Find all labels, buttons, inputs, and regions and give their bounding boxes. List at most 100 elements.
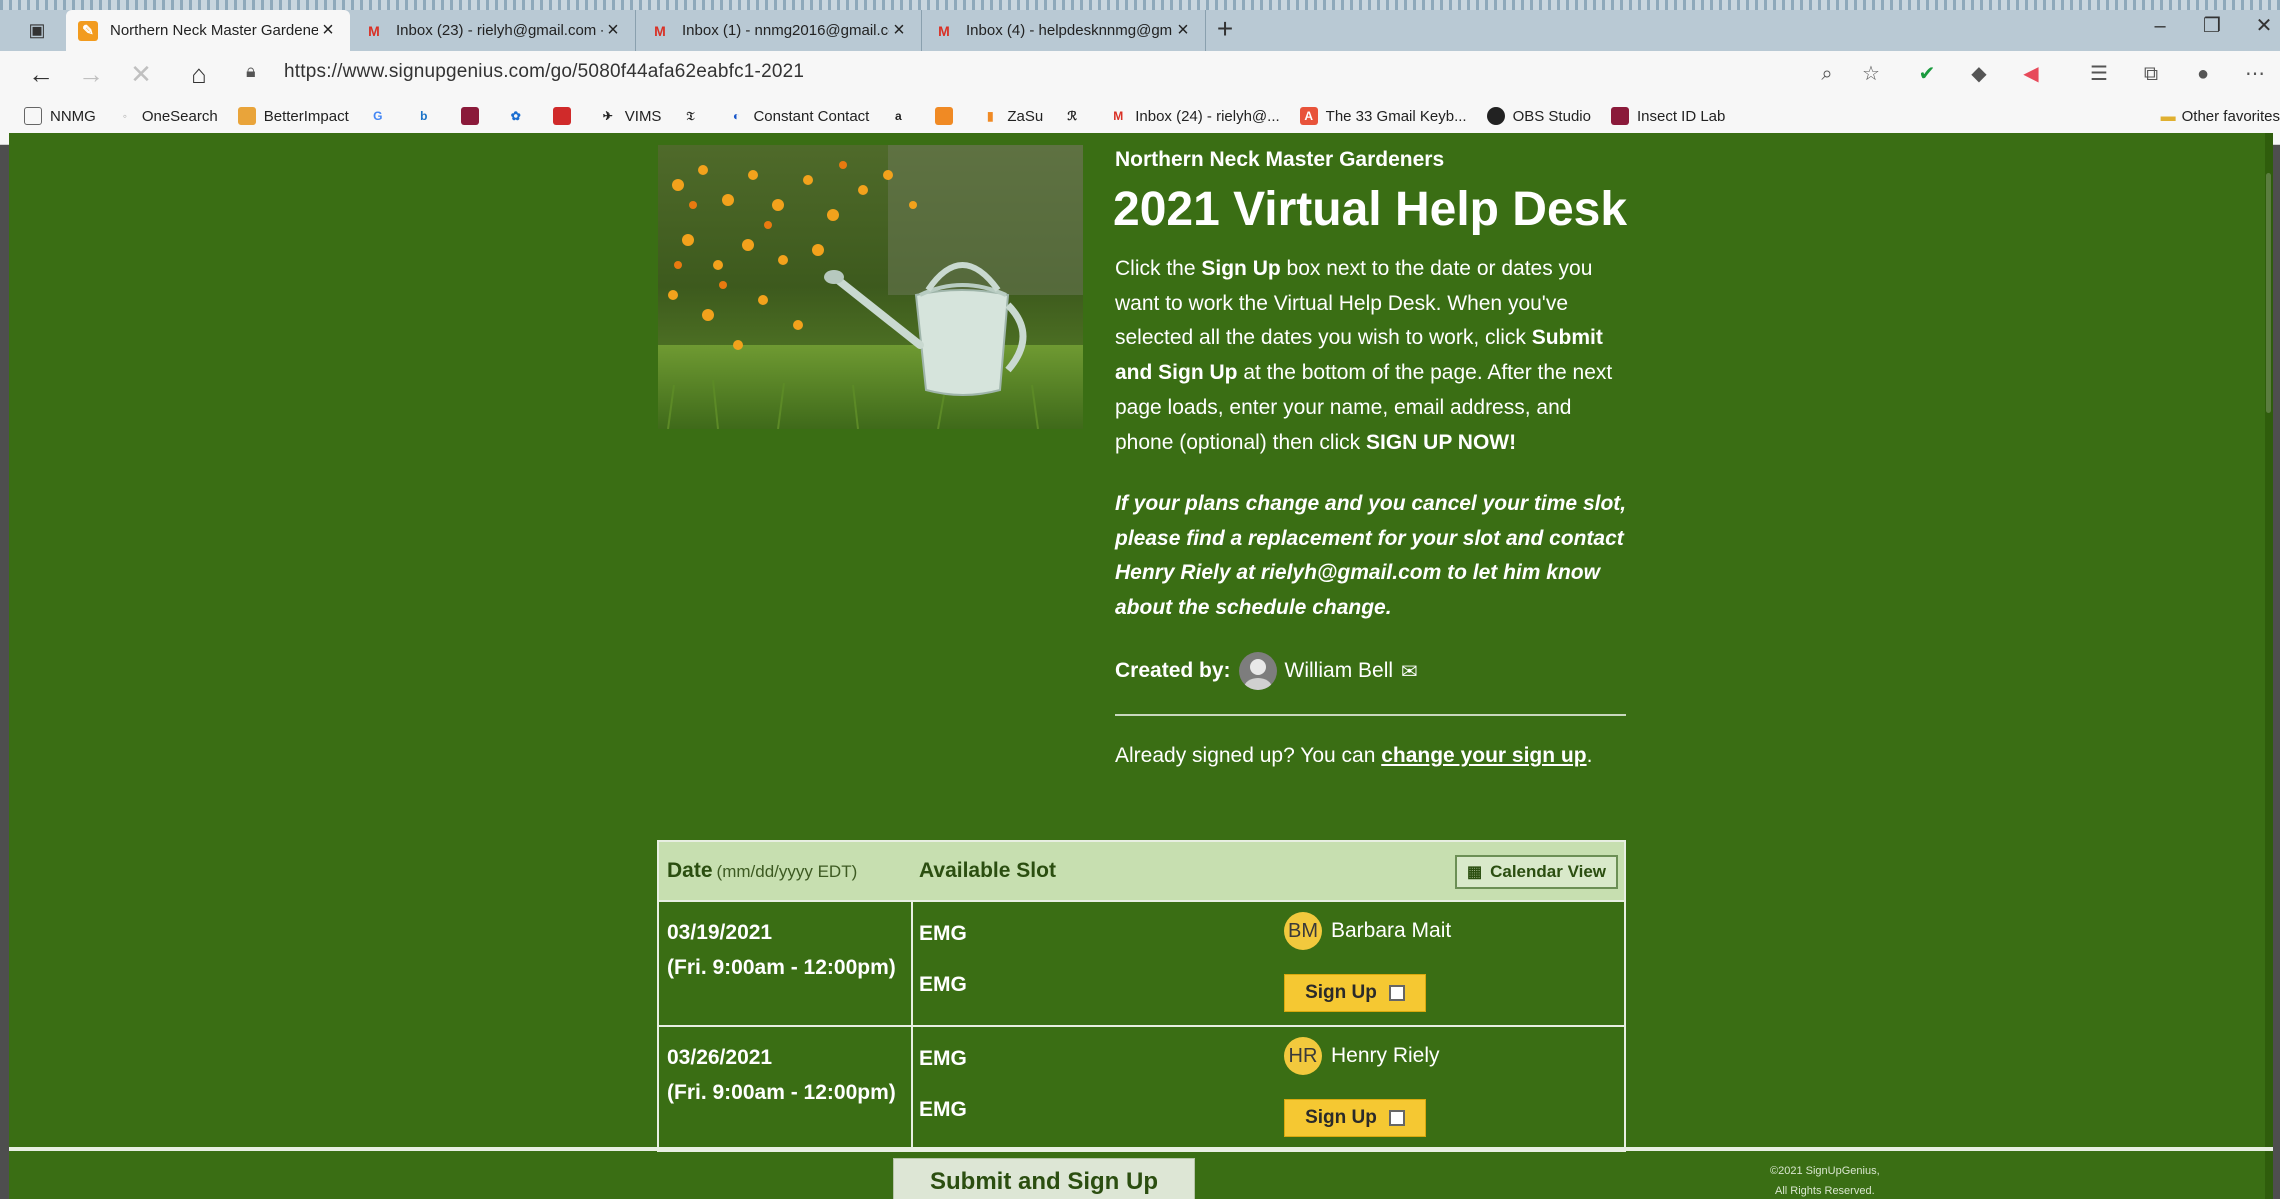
- date-cell: 03/26/2021 (Fri. 9:00am - 12:00pm): [659, 1027, 913, 1150]
- signup-label: Sign Up: [1305, 982, 1377, 1003]
- already-end: .: [1586, 744, 1593, 767]
- close-window-button[interactable]: ✕: [2244, 12, 2280, 40]
- obs-icon: [1486, 107, 1505, 125]
- bookmark-14[interactable]: ℛ: [1063, 107, 1089, 125]
- zoom-icon[interactable]: ⌕: [1812, 59, 1842, 89]
- instructions-bold: Sign Up: [1201, 257, 1281, 280]
- tab-title: Inbox (23) - rielyh@gmail.com -: [396, 22, 603, 39]
- tab-gmail-nnmg2016[interactable]: M Inbox (1) - nnmg2016@gmail.co ×: [638, 10, 922, 51]
- close-icon[interactable]: ×: [318, 19, 338, 42]
- slot-column-header: Available Slot: [919, 859, 1056, 882]
- refresh-button[interactable]: ✕: [124, 57, 158, 91]
- restore-button[interactable]: ❐: [2192, 12, 2232, 40]
- copyright-line: All Rights Reserved.: [1774, 1185, 1875, 1197]
- change-signup-link[interactable]: change your sign up: [1381, 744, 1586, 767]
- bookmark-nnmg[interactable]: NNMG: [24, 107, 96, 125]
- slot-time: (Fri. 9:00am - 12:00pm): [667, 1080, 896, 1104]
- vims-icon: ✈: [602, 109, 613, 123]
- bookmark-12[interactable]: [935, 107, 961, 125]
- avatar: BM: [1284, 912, 1322, 950]
- bookmark-constant-contact[interactable]: ◐ Constant Contact: [727, 107, 870, 125]
- profile-icon[interactable]: ●: [2188, 59, 2218, 89]
- date-column-header: Date (mm/dd/yyyy EDT): [667, 859, 857, 883]
- folder-icon: ▬: [2160, 107, 2176, 125]
- back-button[interactable]: ←: [24, 57, 58, 91]
- other-favorites[interactable]: ▬ Other favorites: [2161, 99, 2280, 133]
- add-favorite-icon[interactable]: ☆: [1856, 59, 1886, 89]
- lock-icon[interactable]: 🔒︎: [246, 61, 256, 82]
- cancellation-notice: If your plans change and you cancel your…: [1115, 492, 1627, 620]
- bing-icon: b: [420, 109, 428, 123]
- bookmark-onesearch[interactable]: ◦ OneSearch: [116, 107, 218, 125]
- bookmark-icon: ℛ: [1067, 109, 1077, 123]
- bookmark-label: Inbox (24) - rielyh@...: [1135, 107, 1280, 125]
- signup-checkbox[interactable]: [1388, 985, 1405, 1001]
- tab-gmail-helpdesk[interactable]: M Inbox (4) - helpdesknnmg@gm ×: [922, 10, 1206, 51]
- signupgenius-icon: ✎: [78, 20, 98, 41]
- bookmark-insect-id[interactable]: Insect ID Lab: [1610, 107, 1726, 125]
- signup-button[interactable]: Sign Up: [1284, 974, 1426, 1012]
- tab-signupgenius[interactable]: ✎ Northern Neck Master Gardener ×: [66, 10, 350, 51]
- browser-toolbar: ← → ✕ ⌂ 🔒︎ https://www.signupgenius.com/…: [0, 51, 2280, 145]
- bookmark-3[interactable]: [460, 107, 487, 125]
- bookmark-google[interactable]: G: [369, 107, 395, 125]
- bookmark-obs[interactable]: OBS Studio: [1486, 107, 1591, 125]
- bookmark-5[interactable]: [552, 107, 579, 125]
- tab-title: Inbox (4) - helpdesknnmg@gm: [966, 22, 1173, 39]
- constant-contact-icon: ◐: [732, 109, 741, 123]
- signup-button[interactable]: Sign Up: [1284, 1099, 1426, 1137]
- bookmark-label: OBS Studio: [1512, 107, 1591, 125]
- bookmark-vims[interactable]: ✈ VIMS: [599, 107, 662, 125]
- table-row: 03/19/2021 (Fri. 9:00am - 12:00pm) EMG B…: [659, 900, 1624, 1025]
- bookmark-icon: [935, 107, 954, 125]
- address-bar[interactable]: https://www.signupgenius.com/go/5080f44a…: [284, 61, 804, 83]
- bookmark-bing[interactable]: b: [415, 107, 441, 125]
- extension-check-icon[interactable]: ✔: [1912, 59, 1942, 89]
- slot-date: 03/19/2021: [667, 921, 773, 944]
- bookmark-gmail-inbox[interactable]: M Inbox (24) - rielyh@...: [1109, 107, 1279, 125]
- slot-time: (Fri. 9:00am - 12:00pm): [667, 955, 896, 979]
- creator-name[interactable]: William Bell: [1285, 659, 1394, 683]
- watering-can-image: [658, 145, 1083, 429]
- tab-title: Inbox (1) - nnmg2016@gmail.co: [682, 22, 889, 39]
- extension-icon[interactable]: ◆: [1964, 59, 1994, 89]
- collections-icon[interactable]: ⧉: [2136, 59, 2166, 89]
- close-icon[interactable]: ×: [1173, 19, 1193, 42]
- mail-icon[interactable]: ✉: [1401, 659, 1418, 684]
- calendar-view-button[interactable]: ▦ Calendar View: [1454, 855, 1618, 889]
- scrollbar[interactable]: [2265, 133, 2273, 1199]
- tab-gmail-rielyh[interactable]: M Inbox (23) - rielyh@gmail.com - ×: [352, 10, 636, 51]
- betterimpact-icon: [237, 107, 256, 125]
- bookmark-amazon[interactable]: a: [889, 107, 915, 125]
- close-icon[interactable]: ×: [889, 19, 909, 42]
- bookmark-gmail-keyboard[interactable]: A The 33 Gmail Keyb...: [1299, 107, 1467, 125]
- close-icon[interactable]: ×: [603, 19, 623, 42]
- extension-red-icon[interactable]: ◀: [2016, 59, 2046, 89]
- favorites-icon[interactable]: ☰: [2084, 59, 2114, 89]
- bookmark-betterimpact[interactable]: BetterImpact: [237, 107, 349, 125]
- more-icon[interactable]: ⋯: [2240, 59, 2270, 89]
- minimize-button[interactable]: –: [2140, 12, 2180, 40]
- bookmark-label: The 33 Gmail Keyb...: [1325, 107, 1467, 125]
- amazon-icon: a: [895, 109, 902, 123]
- home-button[interactable]: ⌂: [182, 57, 216, 91]
- calendar-view-label: Calendar View: [1490, 862, 1606, 881]
- bookmark-label: NNMG: [50, 107, 96, 125]
- new-tab-button[interactable]: +: [1210, 14, 1240, 44]
- tab-actions-icon[interactable]: ▣: [22, 18, 52, 42]
- submit-and-sign-up-button[interactable]: Submit and Sign Up: [893, 1158, 1195, 1199]
- forward-button[interactable]: →: [74, 57, 108, 91]
- date-header-label: Date: [667, 859, 713, 882]
- scrollbar-thumb[interactable]: [2266, 173, 2271, 413]
- bookmark-label: BetterImpact: [263, 107, 349, 125]
- created-by-label: Created by:: [1115, 659, 1231, 682]
- footer-divider: [9, 1147, 2273, 1151]
- signup-checkbox[interactable]: [1388, 1110, 1405, 1126]
- copyright: ©2021 SignUpGenius, All Rights Reserved.: [1770, 1161, 1880, 1199]
- bookmark-4[interactable]: ✿: [507, 107, 533, 125]
- bookmark-nytimes[interactable]: 𝔗: [681, 107, 707, 125]
- already-text: Already signed up? You can: [1115, 744, 1382, 767]
- bookmark-label: Insect ID Lab: [1636, 107, 1726, 125]
- tab-bar-decoration: [0, 0, 2280, 10]
- bookmark-zasu[interactable]: ▮ ZaSu: [981, 107, 1043, 125]
